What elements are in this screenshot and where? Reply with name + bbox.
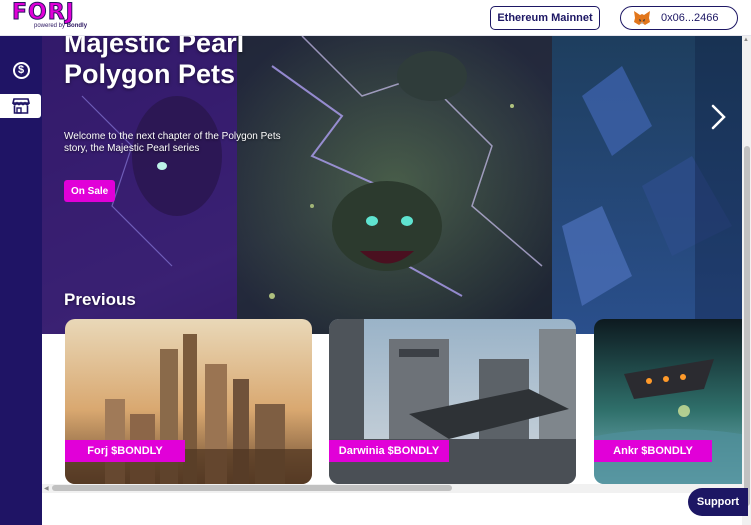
top-header: FORJ powered by Bondly Ethereum Mainnet … — [0, 0, 751, 36]
horizontal-scrollbar[interactable]: ◀ — [42, 484, 742, 493]
wallet-address: 0x06...2466 — [661, 12, 719, 24]
card-label-ankr: Ankr $BONDLY — [594, 440, 712, 462]
drop-card-ankr[interactable]: Ankr $BONDLY — [594, 319, 751, 484]
sidebar-item-marketplace[interactable] — [0, 94, 41, 118]
forj-logo[interactable]: FORJ powered by Bondly — [10, 0, 90, 33]
dollar-coin-icon: $ — [12, 61, 30, 79]
sidebar: $ — [0, 36, 42, 525]
support-button[interactable]: Support — [688, 488, 748, 516]
card-label-darwinia: Darwinia $BONDLY — [329, 440, 449, 462]
store-icon — [11, 98, 30, 114]
scroll-left-arrow-icon[interactable]: ◀ — [44, 485, 49, 492]
logo-wordmark: FORJ — [12, 0, 75, 26]
logo-powered-by: powered by Bondly — [34, 23, 88, 29]
vertical-scroll-thumb[interactable] — [744, 146, 750, 506]
on-sale-button[interactable]: On Sale — [64, 180, 116, 202]
horizontal-scroll-thumb[interactable] — [52, 485, 452, 491]
scroll-up-arrow-icon[interactable]: ▲ — [743, 37, 749, 43]
wallet-button[interactable]: 0x06...2466 — [620, 6, 738, 30]
vertical-scrollbar[interactable]: ▲ — [742, 36, 751, 525]
hero-title: Majestic Pearl Polygon Pets — [64, 36, 245, 89]
previous-heading: Previous — [64, 290, 136, 309]
carousel-next-arrow-icon[interactable] — [708, 102, 728, 132]
drop-card-darwinia[interactable]: Darwinia $BONDLY — [329, 319, 576, 484]
drop-card-forj[interactable]: Forj $BONDLY — [65, 319, 312, 484]
metamask-fox-icon — [634, 11, 650, 25]
hero-banner: Majestic Pearl Polygon Pets Welcome to t… — [42, 36, 751, 334]
app-window: FORJ powered by Bondly Ethereum Mainnet … — [0, 0, 751, 525]
network-button[interactable]: Ethereum Mainnet — [490, 6, 600, 30]
card-label-forj: Forj $BONDLY — [65, 440, 185, 462]
sidebar-item-token[interactable]: $ — [0, 58, 42, 82]
hero-description: Welcome to the next chapter of the Polyg… — [64, 131, 281, 154]
